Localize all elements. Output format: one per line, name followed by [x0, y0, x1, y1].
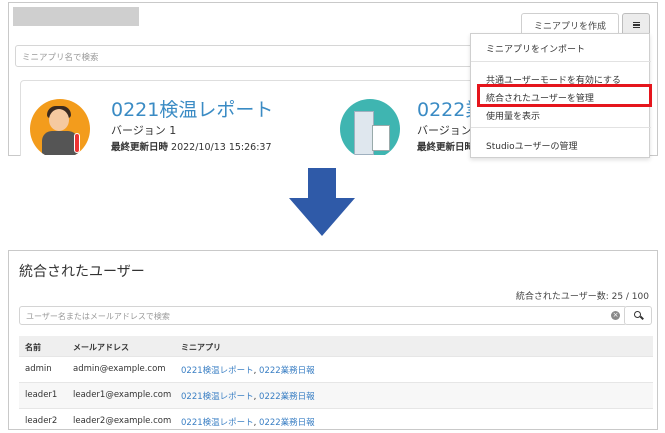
user-email: leader1@example.com: [73, 390, 172, 400]
miniapp-link[interactable]: 0222業務日報: [259, 366, 315, 376]
menu-item-import[interactable]: ミニアプリをインポート: [471, 39, 651, 57]
user-miniapps: 0221検温レポート, 0222業務日報: [181, 418, 315, 428]
arrow-down-icon: [289, 168, 355, 236]
user-miniapps: 0221検温レポート, 0222業務日報: [181, 366, 315, 376]
user-email: admin@example.com: [73, 364, 166, 374]
search-button[interactable]: [624, 306, 652, 325]
app-updated: 最終更新日時 2022/10/13 15:26:37: [111, 142, 272, 153]
daily-report-app-icon: [340, 99, 400, 155]
column-header-miniapp: ミニアプリ: [181, 343, 221, 352]
integrated-user-count: 統合されたユーザー数: 25 / 100: [515, 292, 649, 302]
table-row: leader1 leader1@example.com 0221検温レポート, …: [19, 382, 653, 408]
user-name: leader1: [25, 390, 58, 400]
user-name: leader2: [25, 416, 58, 426]
user-email: leader2@example.com: [73, 416, 172, 426]
miniapp-link[interactable]: 0221検温レポート: [181, 392, 254, 402]
table-header: 名前 メールアドレス ミニアプリ: [19, 336, 653, 356]
app-version: バージョン 1: [111, 124, 177, 137]
menu-item-manage-studio-users[interactable]: Studioユーザーの管理: [471, 136, 651, 154]
integrated-users-panel: 統合されたユーザー 統合されたユーザー数: 25 / 100 ユーザー名またはメ…: [8, 250, 658, 430]
clear-icon[interactable]: ×: [611, 311, 620, 320]
miniapp-link[interactable]: 0221検温レポート: [181, 366, 254, 376]
user-miniapps: 0221検温レポート, 0222業務日報: [181, 392, 315, 402]
miniapp-link[interactable]: 0222業務日報: [259, 418, 315, 428]
miniapp-link[interactable]: 0221検温レポート: [181, 418, 254, 428]
miniapp-link[interactable]: 0222業務日報: [259, 392, 315, 402]
menu-item-show-usage[interactable]: 使用量を表示: [471, 106, 651, 124]
column-header-name: 名前: [25, 343, 41, 352]
health-check-app-icon: [30, 99, 90, 155]
column-header-email: メールアドレス: [73, 343, 129, 352]
table-row: admin admin@example.com 0221検温レポート, 0222…: [19, 356, 653, 382]
highlight-box: [477, 84, 652, 107]
app-title[interactable]: 0221検温レポート: [111, 95, 273, 122]
table-row: leader2 leader2@example.com 0221検温レポート, …: [19, 408, 653, 429]
page-title: 統合されたユーザー: [19, 264, 145, 280]
user-name: admin: [25, 364, 52, 374]
user-search-input[interactable]: ユーザー名またはメールアドレスで検索: [19, 306, 627, 325]
app-updated: 最終更新日時: [417, 142, 475, 153]
